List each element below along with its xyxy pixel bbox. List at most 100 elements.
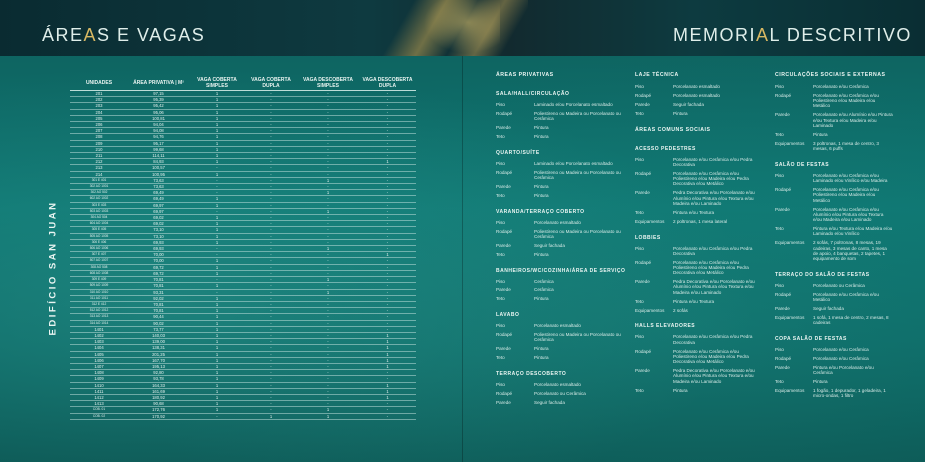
spec-label: Parede: [635, 279, 650, 285]
spec-value: Porcelanato e/ou Cerâmica: [813, 84, 869, 89]
spec-row: Rodapé Porcelanato e/ou Cerâmica e/ou Met…: [775, 292, 893, 303]
table-header-cell: UNIDADES: [70, 76, 128, 91]
spec-value: Pintura: [534, 251, 549, 257]
spec-label: Piso: [775, 283, 784, 289]
spec-label: Piso: [775, 84, 784, 89]
spec-row: Parede Cerâmica: [496, 287, 632, 292]
spec-label: Rodapé: [775, 291, 792, 297]
spec-label: Piso: [496, 278, 505, 284]
spec-label: Equipamentos: [635, 307, 665, 313]
spec-row: Piso Porcelanato esmaltado: [496, 323, 632, 328]
spec-value: Porcelanato esmaltado: [534, 323, 581, 329]
spec-label: Rodapé: [496, 332, 513, 338]
spec-value: Porcelanato e/ou Cerâmica e/ou Poliestir…: [813, 187, 879, 203]
subsection-title: TERRAÇO DO SALÃO DE FESTAS: [775, 272, 870, 279]
spec-row: Piso Porcelanato esmaltado: [635, 84, 757, 89]
subsection-title: VARANDA/TERRAÇO COBERTO: [496, 208, 585, 215]
subsection-title: COPA SALÃO DE FESTAS: [775, 336, 847, 343]
spec-row: Piso Porcelanato esmaltado: [496, 382, 632, 387]
spec-row: Teto Pintura: [496, 252, 632, 257]
spec-label: Teto: [635, 110, 644, 116]
table-header-cell: VAGA DESCOBERTA SIMPLES: [297, 76, 359, 91]
spec-label: Parede: [775, 365, 790, 370]
section-title: LAJE TÉCNICA: [635, 72, 679, 78]
spec-row: Equipamentos 2 poltronas, 1 mesa lateral: [635, 219, 757, 224]
spec-value: Pintura: [534, 346, 549, 352]
page-title-right: MEMORIAL DESCRITIVO: [673, 25, 912, 45]
spec-value: Porcelanato e/ou Cerâmica: [813, 356, 869, 362]
spec-row: Rodapé Porcelanato ou Cerâmica: [496, 391, 632, 396]
spec-row: Parede Pintura: [496, 184, 632, 189]
subsection-title: TERRAÇO DESCOBERTO: [496, 371, 567, 378]
spec-value: Porcelanato esmaltado: [534, 382, 581, 388]
spec-row: Rodapé Porcelanato e/ou Cerâmica e/ou Pol…: [635, 260, 757, 276]
spec-row: Teto Pintura e/ou Textura: [635, 210, 757, 215]
spec-value: Pintura: [813, 379, 828, 385]
spec-label: Parede: [775, 112, 790, 118]
spec-value: Seguir fachada: [534, 242, 565, 248]
spec-row: Rodapé Porcelanato e/ou Cerâmica e/ou Pol…: [635, 349, 757, 365]
spec-row: Piso Porcelanato ou Cerâmica: [775, 283, 893, 288]
spec-value: Pintura: [673, 387, 688, 393]
spec-value: Pintura: [534, 133, 549, 139]
subsection-title: LAVABO: [496, 312, 520, 319]
spec-label: Piso: [635, 156, 644, 162]
spec-row: Parede Seguir fachada: [496, 400, 632, 405]
spec-label: Rodapé: [775, 356, 792, 362]
spec-value: Poliestireno ou Madeira ou Porcelanato o…: [534, 332, 621, 343]
spec-label: Rodapé: [775, 187, 792, 193]
spec-value: Pintura: [534, 355, 549, 361]
spec-label: Parede: [496, 242, 511, 248]
spec-label: Rodapé: [496, 169, 513, 175]
spec-label: Rodapé: [635, 170, 652, 176]
spec-label: Parede: [496, 346, 511, 352]
page-title-left: ÁREAS E VAGAS: [42, 25, 206, 45]
spec-label: Teto: [496, 296, 505, 302]
spec-value: Laminado e/ou Porcelanato esmaltado: [534, 102, 613, 107]
table-body: 201 97,15 1- - -202 95,39 1- - -203 95,42 1- - -204 9…: [70, 90, 416, 420]
section-title: CIRCULAÇÕES SOCIAIS E EXTERNAS: [775, 72, 886, 78]
spec-value: Pedra Decorativa e/ou Porcelanato e/ou A…: [673, 190, 755, 206]
spec-row: Rodapé Porcelanato e/ou Cerâmica e/ou Pol…: [775, 187, 893, 203]
spec-label: Rodapé: [496, 228, 513, 234]
gold-glow-decoration: [420, 0, 500, 56]
spec-value: Pedra Decorativa e/ou Porcelanato e/ou A…: [673, 368, 755, 384]
spec-row: Parede Porcelanato e/ou Alumínio e/ou Pin…: [775, 112, 893, 128]
spec-row: Parede Pintura: [496, 125, 632, 130]
spec-value: Porcelanato esmaltado: [673, 92, 720, 98]
table-cell: 1: [245, 413, 297, 420]
spec-row: Rodapé Poliestireno ou Madeira ou Porcela…: [496, 229, 632, 240]
spec-column-1: ÁREAS PRIVATIVAS SALA/HALL/CIRCULAÇÃO Piso…: [496, 72, 632, 409]
spec-value: Porcelanato e/ou Cerâmica e/ou Alumínio …: [813, 206, 884, 223]
spec-row: Piso Laminado e/ou Porcelanato esmaltado: [496, 161, 632, 166]
spec-label: Rodapé: [635, 259, 652, 265]
spec-value: Porcelanato esmaltado: [673, 84, 720, 89]
spec-label: Equipamentos: [775, 140, 805, 146]
spec-value: Pintura: [673, 110, 688, 116]
spec-row: Equipamentos 3 poltronas, 1 mesa de centr…: [775, 141, 893, 152]
spec-column-2: LAJE TÉCNICA Piso Porcelanato esmaltado Rod…: [635, 72, 757, 396]
spec-label: Piso: [496, 102, 505, 107]
subsection-title: HALLS ELEVADORES: [635, 323, 696, 330]
spec-row: Teto Pintura: [496, 193, 632, 198]
spec-label: Teto: [775, 226, 784, 232]
page-spine: [462, 56, 463, 462]
spec-label: Parede: [635, 190, 650, 196]
spec-value: Pedra Decorativa e/ou Porcelanato e/ou A…: [673, 279, 755, 295]
spec-label: Piso: [635, 334, 644, 340]
table-header-cell: VAGA COBERTA DUPLA: [245, 76, 297, 91]
subsection-title: ACESSO PEDESTRES: [635, 145, 696, 152]
spec-row: Equipamentos 1 sofá, 1 mesa de centro, 2 …: [775, 315, 893, 326]
table-header-row: UNIDADES ÁREA PRIVATIVA | M² VAGA COBERTA …: [70, 76, 416, 91]
spec-row: Parede Seguir fachada: [496, 243, 632, 248]
spec-row: Equipamentos 1 fogão, 1 depurador, 1 gela…: [775, 388, 893, 399]
spec-label: Parede: [635, 368, 650, 374]
spec-value: Poliestireno ou Madeira ou Porcelanato o…: [534, 228, 621, 239]
